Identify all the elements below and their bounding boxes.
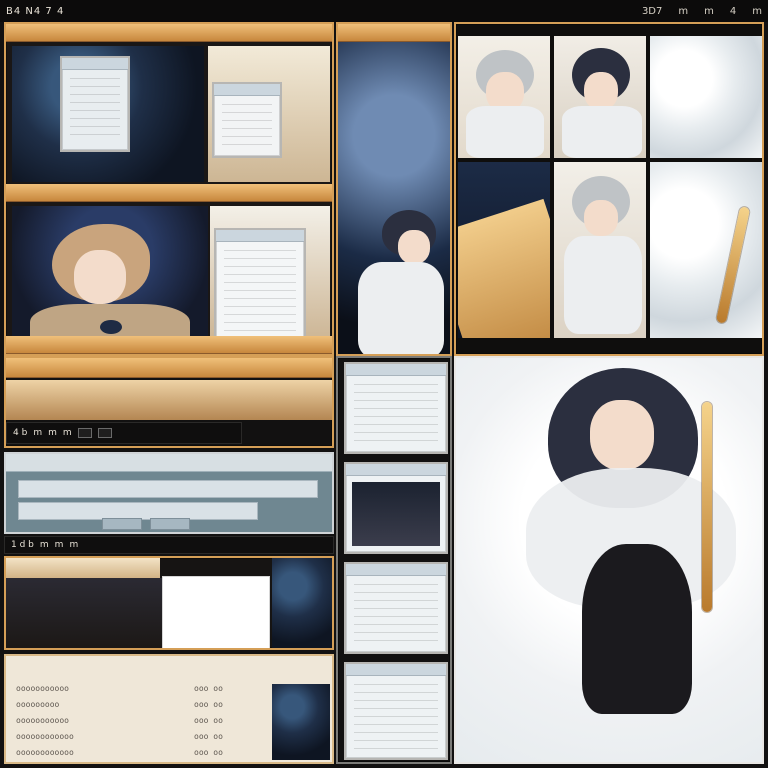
char-1-face bbox=[74, 250, 126, 304]
left-mid-toolbar-item-1[interactable]: m bbox=[33, 428, 42, 438]
char-4-coat bbox=[562, 106, 642, 158]
stack-window-lines bbox=[224, 250, 296, 336]
staff-1 bbox=[715, 206, 751, 324]
tab-5[interactable]: m bbox=[752, 6, 762, 17]
left-mid-toolbar-btn-2[interactable] bbox=[97, 428, 112, 438]
window-a-title bbox=[62, 58, 128, 70]
mid-window-2-scene bbox=[352, 482, 440, 546]
mid-window-2[interactable] bbox=[344, 462, 448, 554]
bottom-left-thumb bbox=[272, 684, 330, 760]
mid-window-3-title bbox=[346, 564, 446, 576]
mid-window-1[interactable] bbox=[344, 362, 448, 454]
top-left-bottom-woodbar bbox=[6, 336, 332, 354]
right-text-row-3: ooo oo bbox=[194, 716, 223, 725]
right-text-row-1: ooo oo bbox=[194, 684, 223, 693]
left-media-white-card bbox=[162, 576, 270, 648]
char-5-coat bbox=[564, 236, 642, 334]
top-left-portrait-area bbox=[12, 206, 208, 352]
mid-window-3-lines bbox=[354, 584, 438, 644]
top-tabs: 3D7 m m 4 m bbox=[642, 6, 762, 17]
char-4-face bbox=[584, 72, 618, 110]
left-form-btn-1[interactable] bbox=[102, 518, 142, 530]
top-left-mid-woodbar bbox=[6, 184, 332, 202]
left-media-right-scene bbox=[272, 558, 332, 648]
left-mid-woodbar-1 bbox=[6, 358, 332, 378]
left-form-panel bbox=[4, 452, 334, 534]
left-form-field-1[interactable] bbox=[18, 480, 318, 498]
top-bar: B4 N4 7 4 3D7 m m 4 m bbox=[0, 0, 768, 22]
left-mid-strip-art bbox=[6, 380, 332, 420]
tab-4[interactable]: 4 bbox=[730, 6, 736, 17]
char-6-face bbox=[590, 400, 654, 470]
char-6-dress bbox=[582, 544, 692, 714]
collage-tile-4 bbox=[458, 162, 550, 338]
collage-tile-3 bbox=[650, 36, 762, 158]
left-mid-toolbar-item-2[interactable]: m bbox=[48, 428, 57, 438]
app-title: B4 N4 7 4 bbox=[6, 5, 65, 17]
middle-column-stack bbox=[336, 356, 452, 764]
top-left-window-a[interactable] bbox=[60, 56, 130, 152]
window-a-lines bbox=[70, 78, 120, 142]
left-media-header bbox=[6, 558, 160, 578]
right-text-row-4: ooo oo bbox=[194, 732, 223, 741]
collage-tile-5 bbox=[554, 162, 646, 338]
collage-tile-6 bbox=[650, 162, 762, 338]
mid-window-1-lines bbox=[354, 384, 438, 444]
bottom-left-text-list: ooooooooooo ooooooooo ooooooooooo oooooo… bbox=[4, 654, 334, 764]
char-1-tie bbox=[100, 320, 122, 334]
left-form-btn-2[interactable] bbox=[150, 518, 190, 530]
left-media-scene bbox=[6, 578, 164, 648]
staff-2 bbox=[702, 402, 712, 612]
left-form-title bbox=[6, 454, 332, 472]
right-text-row-2: ooo oo bbox=[194, 700, 223, 709]
left-lower-toolbar-item-3[interactable]: m bbox=[69, 540, 78, 550]
top-left-stack-panel bbox=[210, 206, 330, 352]
top-left-composite bbox=[4, 22, 334, 356]
right-text-row-5: ooo oo bbox=[194, 748, 223, 757]
left-mid-toolbar-btn-1[interactable] bbox=[77, 428, 92, 438]
top-left-top-woodbar bbox=[6, 24, 332, 42]
top-left-window-b[interactable] bbox=[212, 82, 282, 158]
mid-window-4[interactable] bbox=[344, 662, 448, 760]
collage-tile-2 bbox=[554, 36, 646, 158]
left-mid-toolbar: 4 b m m m bbox=[6, 422, 242, 444]
right-large-character bbox=[454, 356, 764, 764]
stack-window[interactable] bbox=[214, 228, 306, 346]
window-b-lines bbox=[222, 104, 272, 148]
collage-tile-4-board bbox=[458, 198, 550, 338]
left-mid-strip: 4 b m m m bbox=[4, 356, 334, 448]
top-middle-scene bbox=[338, 42, 450, 354]
mid-window-4-lines bbox=[354, 684, 438, 750]
char-5-face bbox=[584, 200, 618, 236]
left-mid-toolbar-label: 4 b bbox=[13, 428, 28, 438]
left-lower-toolbar-item-1[interactable]: m bbox=[40, 540, 49, 550]
mid-window-3[interactable] bbox=[344, 562, 448, 654]
mid-window-1-title bbox=[346, 364, 446, 376]
mid-window-4-title bbox=[346, 664, 446, 676]
left-lower-toolbar-label: 1 d b bbox=[11, 540, 34, 550]
collage-tile-1 bbox=[458, 36, 550, 158]
stack-window-title bbox=[216, 230, 304, 242]
left-lower-toolbar-item-2[interactable]: m bbox=[55, 540, 64, 550]
left-mid-toolbar-item-3[interactable]: m bbox=[63, 428, 72, 438]
mid-window-2-title bbox=[346, 464, 446, 476]
window-b-title bbox=[214, 84, 280, 96]
char-2-coat bbox=[358, 262, 444, 354]
tab-1[interactable]: 3D7 bbox=[642, 6, 662, 17]
char-3-coat bbox=[466, 106, 544, 158]
tab-2[interactable]: m bbox=[678, 6, 688, 17]
top-right-collage bbox=[454, 22, 764, 356]
tab-3[interactable]: m bbox=[704, 6, 714, 17]
left-media-panel bbox=[4, 556, 334, 650]
top-middle-art bbox=[336, 22, 452, 356]
top-middle-woodbar bbox=[338, 24, 450, 42]
left-lower-toolbar: 1 d b m m m bbox=[4, 536, 334, 554]
char-2-face bbox=[398, 230, 430, 264]
